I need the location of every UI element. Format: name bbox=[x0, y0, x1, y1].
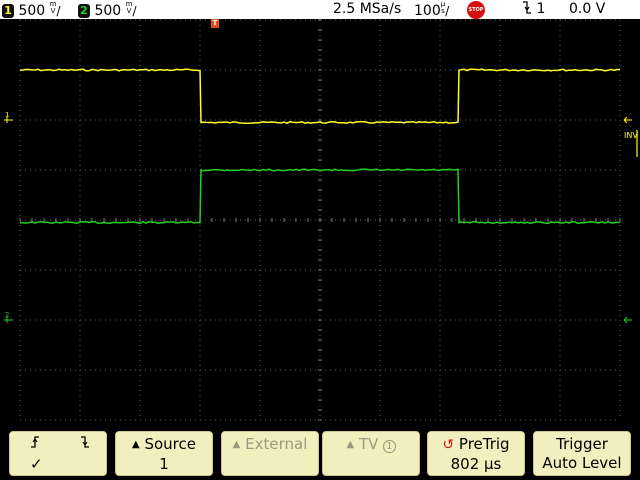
softkey-bar: ✓ ▲ Source 1 ▲ External ▲ TV 1 ↺ PreTrig… bbox=[0, 424, 640, 480]
status-bar: 1 500 m V/ 2 500 m V/ 2.5 MSa/s 100µ s/ STO… bbox=[0, 0, 640, 19]
rising-falling-edge-icon bbox=[31, 436, 89, 448]
slope-softkey[interactable]: ✓ bbox=[9, 431, 107, 476]
knob-icon: 1 bbox=[383, 440, 396, 453]
trigger-position-icon[interactable]: T bbox=[211, 19, 219, 28]
ch2-badge: 2 bbox=[78, 4, 90, 18]
pretrig-label: PreTrig bbox=[458, 435, 510, 453]
trigger-source: 1 bbox=[536, 1, 546, 17]
rotate-knob-icon: ↺ bbox=[442, 437, 455, 453]
trigger-level: 0.0 V bbox=[569, 1, 606, 17]
source-value: 1 bbox=[159, 455, 169, 473]
ch1-trigger-level-arrow[interactable] bbox=[623, 116, 632, 124]
pretrig-softkey[interactable]: ↺ PreTrig 802 µs bbox=[427, 431, 525, 476]
timebase-value: 100 bbox=[414, 3, 441, 19]
run-state-stop-icon: STOP bbox=[467, 1, 485, 19]
external-softkey[interactable]: ▲ External bbox=[221, 431, 319, 476]
tv-softkey[interactable]: ▲ TV 1 bbox=[322, 431, 420, 476]
ch1-scale: 500 bbox=[18, 3, 46, 19]
up-arrow-icon: ▲ bbox=[131, 439, 140, 450]
graticule bbox=[19, 19, 621, 421]
external-label: External bbox=[245, 435, 308, 453]
slope-check-icon: ✓ bbox=[30, 455, 43, 473]
trigger-readout[interactable]: 1 bbox=[522, 1, 545, 18]
tv-label: TV bbox=[358, 435, 379, 453]
ch1-ground-marker[interactable]: 1 bbox=[4, 111, 13, 123]
ch2-ground-marker[interactable]: 2 bbox=[4, 311, 13, 323]
source-softkey[interactable]: ▲ Source 1 bbox=[115, 431, 213, 476]
waveform-display[interactable]: 1 2 INV bbox=[0, 19, 640, 424]
trigger-mode: Auto Level bbox=[542, 454, 622, 472]
up-arrow-icon: ▲ bbox=[346, 439, 355, 450]
ch1-scale-readout[interactable]: 1 500 m V/ bbox=[2, 1, 61, 19]
falling-edge-icon bbox=[522, 1, 536, 17]
sample-rate: 2.5 MSa/s bbox=[333, 1, 402, 17]
ch1-badge: 1 bbox=[2, 4, 14, 18]
ch2-scale: 500 bbox=[94, 3, 122, 19]
ch2-level-arrow[interactable] bbox=[623, 316, 632, 324]
source-label: Source bbox=[144, 435, 196, 453]
up-arrow-icon: ▲ bbox=[232, 439, 241, 450]
ch2-scale-readout[interactable]: 2 500 m V/ bbox=[78, 1, 137, 19]
trigger-softkey[interactable]: Trigger Auto Level bbox=[533, 431, 631, 476]
timebase-readout[interactable]: 100µ s/ bbox=[414, 1, 449, 20]
inverted-label: INV bbox=[624, 131, 638, 140]
pretrig-value: 802 µs bbox=[450, 455, 502, 473]
trigger-label: Trigger bbox=[556, 435, 608, 453]
slope-icons bbox=[10, 434, 106, 455]
